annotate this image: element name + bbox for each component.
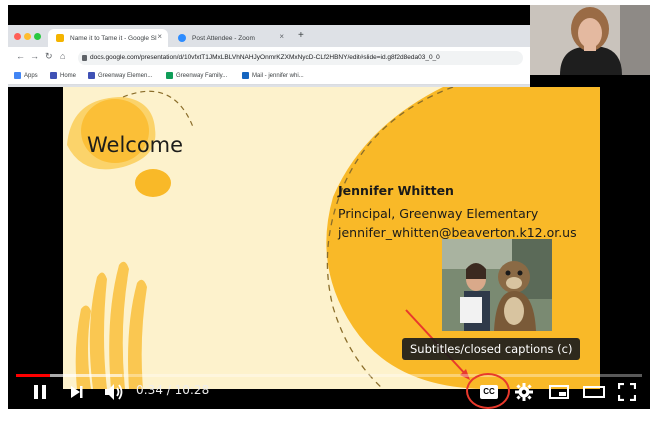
pause-icon[interactable] — [32, 384, 48, 400]
played-bar — [16, 374, 50, 377]
time-display: 0:34 / 10:28 — [136, 383, 210, 397]
captions-tooltip: Subtitles/closed captions (c) — [402, 338, 581, 360]
cc-icon[interactable]: CC — [480, 385, 498, 399]
miniplayer-icon[interactable] — [549, 385, 569, 399]
progress-bar[interactable] — [16, 374, 642, 377]
settings-icon[interactable] — [515, 383, 533, 401]
theater-icon[interactable] — [583, 386, 605, 398]
fullscreen-icon[interactable] — [618, 383, 636, 401]
next-icon[interactable] — [70, 385, 84, 399]
volume-icon[interactable] — [104, 383, 124, 401]
video-player[interactable]: Name it to Tame it - Google Sl × Post At… — [8, 5, 650, 409]
